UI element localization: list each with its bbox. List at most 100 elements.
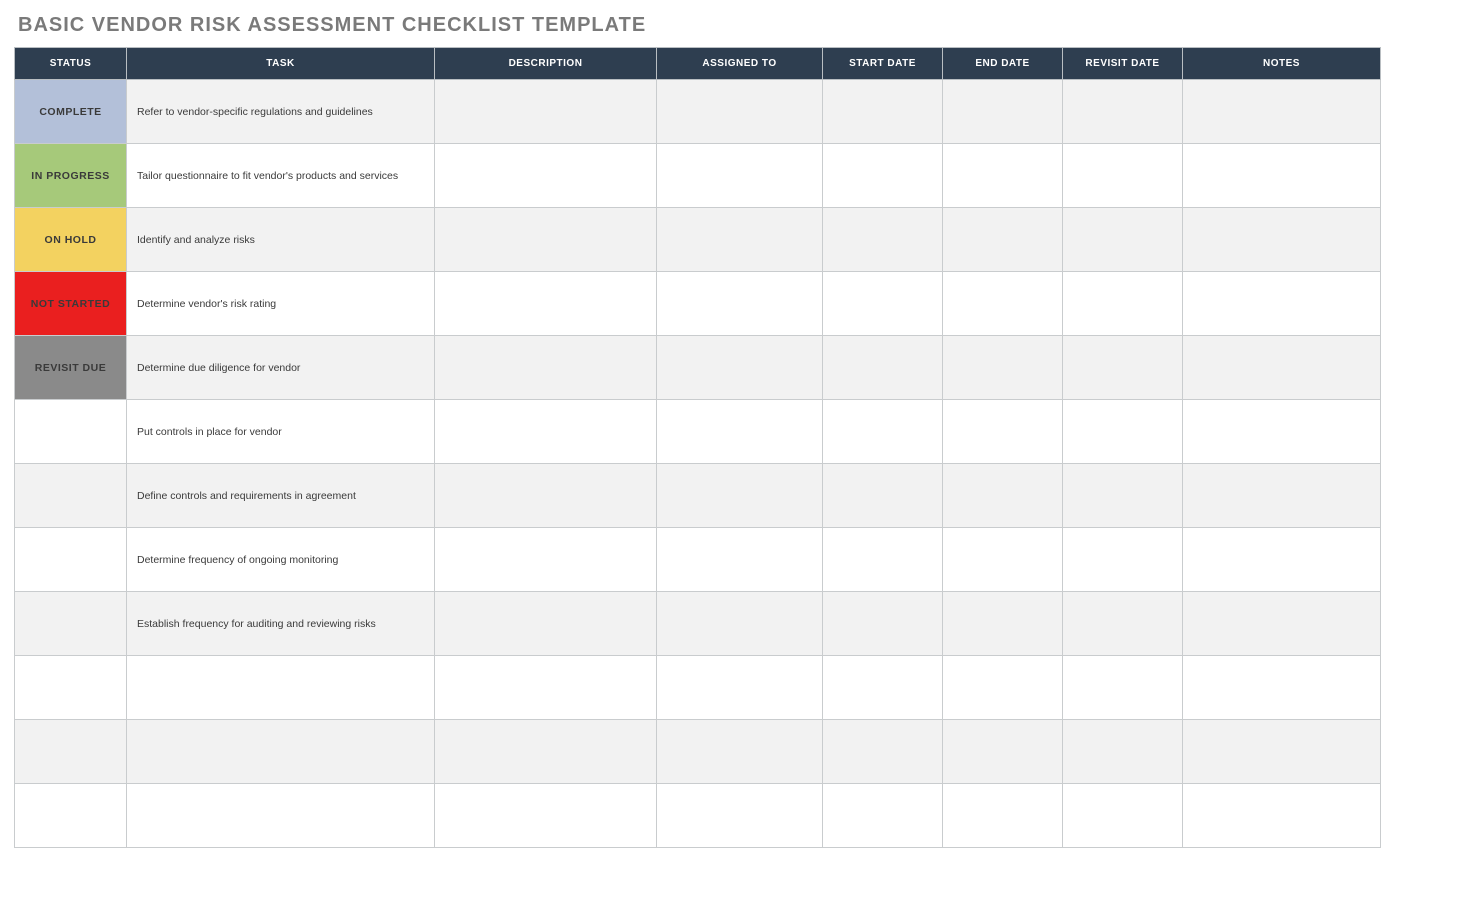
- cell-end-date[interactable]: [943, 400, 1063, 464]
- cell-status[interactable]: REVISIT DUE: [15, 336, 127, 400]
- cell-notes[interactable]: [1183, 464, 1381, 528]
- cell-revisit-date[interactable]: [1063, 656, 1183, 720]
- cell-start-date[interactable]: [823, 464, 943, 528]
- table-row: [15, 656, 1381, 720]
- cell-end-date[interactable]: [943, 272, 1063, 336]
- cell-assigned-to[interactable]: [657, 144, 823, 208]
- cell-status[interactable]: ON HOLD: [15, 208, 127, 272]
- cell-notes[interactable]: [1183, 592, 1381, 656]
- cell-description[interactable]: [435, 144, 657, 208]
- cell-task[interactable]: Determine due diligence for vendor: [127, 336, 435, 400]
- cell-description[interactable]: [435, 720, 657, 784]
- cell-task[interactable]: [127, 720, 435, 784]
- cell-description[interactable]: [435, 272, 657, 336]
- cell-assigned-to[interactable]: [657, 528, 823, 592]
- cell-start-date[interactable]: [823, 400, 943, 464]
- cell-status[interactable]: NOT STARTED: [15, 272, 127, 336]
- cell-end-date[interactable]: [943, 80, 1063, 144]
- cell-task[interactable]: Refer to vendor-specific regulations and…: [127, 80, 435, 144]
- cell-task[interactable]: Determine vendor's risk rating: [127, 272, 435, 336]
- cell-start-date[interactable]: [823, 656, 943, 720]
- cell-status[interactable]: COMPLETE: [15, 80, 127, 144]
- cell-status[interactable]: [15, 720, 127, 784]
- col-task: TASK: [127, 48, 435, 80]
- cell-end-date[interactable]: [943, 336, 1063, 400]
- cell-assigned-to[interactable]: [657, 208, 823, 272]
- cell-notes[interactable]: [1183, 528, 1381, 592]
- cell-revisit-date[interactable]: [1063, 80, 1183, 144]
- cell-start-date[interactable]: [823, 80, 943, 144]
- cell-description[interactable]: [435, 592, 657, 656]
- cell-status[interactable]: IN PROGRESS: [15, 144, 127, 208]
- cell-notes[interactable]: [1183, 336, 1381, 400]
- cell-description[interactable]: [435, 464, 657, 528]
- col-desc: DESCRIPTION: [435, 48, 657, 80]
- cell-task[interactable]: [127, 656, 435, 720]
- cell-task[interactable]: Define controls and requirements in agre…: [127, 464, 435, 528]
- cell-start-date[interactable]: [823, 592, 943, 656]
- cell-assigned-to[interactable]: [657, 464, 823, 528]
- cell-assigned-to[interactable]: [657, 720, 823, 784]
- cell-notes[interactable]: [1183, 144, 1381, 208]
- cell-description[interactable]: [435, 208, 657, 272]
- cell-assigned-to[interactable]: [657, 272, 823, 336]
- cell-task[interactable]: Put controls in place for vendor: [127, 400, 435, 464]
- cell-start-date[interactable]: [823, 336, 943, 400]
- cell-end-date[interactable]: [943, 208, 1063, 272]
- cell-revisit-date[interactable]: [1063, 592, 1183, 656]
- cell-assigned-to[interactable]: [657, 784, 823, 848]
- cell-start-date[interactable]: [823, 720, 943, 784]
- cell-revisit-date[interactable]: [1063, 144, 1183, 208]
- cell-status[interactable]: [15, 400, 127, 464]
- cell-end-date[interactable]: [943, 528, 1063, 592]
- cell-task[interactable]: Determine frequency of ongoing monitorin…: [127, 528, 435, 592]
- cell-end-date[interactable]: [943, 720, 1063, 784]
- cell-description[interactable]: [435, 336, 657, 400]
- cell-start-date[interactable]: [823, 272, 943, 336]
- cell-description[interactable]: [435, 528, 657, 592]
- cell-status[interactable]: [15, 784, 127, 848]
- cell-assigned-to[interactable]: [657, 592, 823, 656]
- cell-assigned-to[interactable]: [657, 336, 823, 400]
- cell-revisit-date[interactable]: [1063, 720, 1183, 784]
- cell-notes[interactable]: [1183, 656, 1381, 720]
- cell-revisit-date[interactable]: [1063, 528, 1183, 592]
- cell-task[interactable]: Establish frequency for auditing and rev…: [127, 592, 435, 656]
- cell-status[interactable]: [15, 592, 127, 656]
- cell-end-date[interactable]: [943, 144, 1063, 208]
- cell-description[interactable]: [435, 656, 657, 720]
- cell-start-date[interactable]: [823, 144, 943, 208]
- cell-end-date[interactable]: [943, 656, 1063, 720]
- cell-revisit-date[interactable]: [1063, 464, 1183, 528]
- cell-status[interactable]: [15, 528, 127, 592]
- cell-start-date[interactable]: [823, 784, 943, 848]
- cell-revisit-date[interactable]: [1063, 272, 1183, 336]
- cell-assigned-to[interactable]: [657, 80, 823, 144]
- cell-end-date[interactable]: [943, 464, 1063, 528]
- cell-notes[interactable]: [1183, 80, 1381, 144]
- cell-revisit-date[interactable]: [1063, 336, 1183, 400]
- cell-task[interactable]: Tailor questionnaire to fit vendor's pro…: [127, 144, 435, 208]
- cell-notes[interactable]: [1183, 400, 1381, 464]
- cell-notes[interactable]: [1183, 720, 1381, 784]
- cell-notes[interactable]: [1183, 272, 1381, 336]
- cell-end-date[interactable]: [943, 784, 1063, 848]
- cell-assigned-to[interactable]: [657, 400, 823, 464]
- cell-start-date[interactable]: [823, 208, 943, 272]
- cell-description[interactable]: [435, 80, 657, 144]
- cell-notes[interactable]: [1183, 784, 1381, 848]
- checklist-table: STATUS TASK DESCRIPTION ASSIGNED TO STAR…: [14, 47, 1381, 848]
- cell-revisit-date[interactable]: [1063, 208, 1183, 272]
- cell-status[interactable]: [15, 656, 127, 720]
- cell-description[interactable]: [435, 784, 657, 848]
- cell-description[interactable]: [435, 400, 657, 464]
- cell-end-date[interactable]: [943, 592, 1063, 656]
- cell-revisit-date[interactable]: [1063, 784, 1183, 848]
- cell-task[interactable]: [127, 784, 435, 848]
- cell-status[interactable]: [15, 464, 127, 528]
- cell-revisit-date[interactable]: [1063, 400, 1183, 464]
- cell-start-date[interactable]: [823, 528, 943, 592]
- cell-task[interactable]: Identify and analyze risks: [127, 208, 435, 272]
- cell-notes[interactable]: [1183, 208, 1381, 272]
- cell-assigned-to[interactable]: [657, 656, 823, 720]
